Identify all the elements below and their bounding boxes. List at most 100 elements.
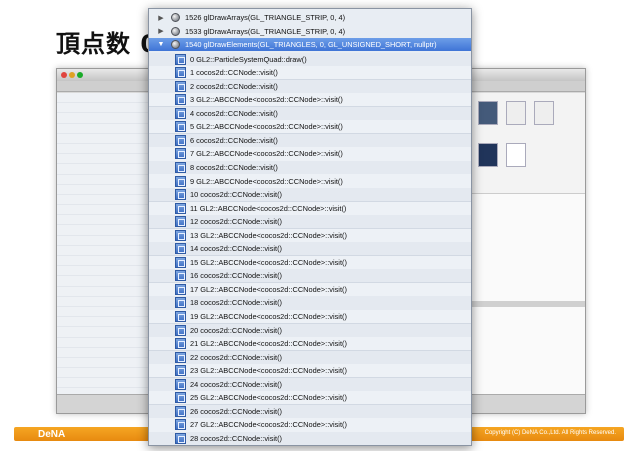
background-tree-row — [57, 327, 149, 338]
stack-frame-row[interactable]: 13 GL2::ABCCNode<cocos2d::CCNode>::visit… — [149, 228, 471, 243]
draw-call-label: 1540 glDrawElements(GL_TRIANGLES, 0, GL_… — [185, 40, 437, 49]
stack-frame-row[interactable]: 9 GL2::ABCCNode<cocos2d::CCNode>::visit(… — [149, 174, 471, 189]
stack-frame-label: 22 cocos2d::CCNode::visit() — [190, 352, 283, 362]
stack-frame-icon — [175, 134, 186, 146]
stack-frame-icon — [175, 392, 186, 404]
disclosure-triangle-right-icon[interactable]: ▶ — [157, 14, 165, 22]
stack-frame-icon — [175, 94, 186, 106]
stack-frame-row[interactable]: 25 GL2::ABCCNode<cocos2d::CCNode>::visit… — [149, 391, 471, 406]
background-tree-row — [57, 256, 149, 267]
background-tree-row — [57, 154, 149, 165]
stack-frame-label: 26 cocos2d::CCNode::visit() — [190, 406, 283, 416]
stack-frame-icon — [175, 148, 186, 160]
stack-frame-label: 3 GL2::ABCCNode<cocos2d::CCNode>::visit(… — [190, 95, 343, 105]
stack-frame-row[interactable]: 11 GL2::ABCCNode<cocos2d::CCNode>::visit… — [149, 201, 471, 216]
stack-frame-label: 20 cocos2d::CCNode::visit() — [190, 325, 283, 335]
pane-splitter[interactable] — [472, 301, 585, 307]
stack-frame-row[interactable]: 5 GL2::ABCCNode<cocos2d::CCNode>::visit(… — [149, 120, 471, 135]
stack-frame-row[interactable]: 7 GL2::ABCCNode<cocos2d::CCNode>::visit(… — [149, 147, 471, 162]
stack-frame-row[interactable]: 14 cocos2d::CCNode::visit() — [149, 242, 471, 257]
disclosure-triangle-down-icon[interactable]: ▼ — [157, 41, 165, 48]
background-tree-row — [57, 246, 149, 256]
stack-frame-label: 25 GL2::ABCCNode<cocos2d::CCNode>::visit… — [190, 393, 347, 403]
stack-frame-icon — [175, 405, 186, 417]
stack-frame-row[interactable]: 12 cocos2d::CCNode::visit() — [149, 215, 471, 230]
stack-frame-label: 11 GL2::ABCCNode<cocos2d::CCNode>::visit… — [190, 203, 347, 213]
texture-thumbnail[interactable] — [478, 101, 498, 125]
background-tree-row — [57, 307, 149, 318]
stack-frame-label: 16 cocos2d::CCNode::visit() — [190, 271, 283, 281]
background-tree-row — [57, 195, 149, 206]
stack-frame-label: 8 cocos2d::CCNode::visit() — [190, 162, 278, 172]
draw-call-row[interactable]: ▶ 1526 glDrawArrays(GL_TRIANGLE_STRIP, 0,… — [149, 11, 471, 24]
stack-frame-icon — [175, 107, 186, 119]
stack-frame-row[interactable]: 27 GL2::ABCCNode<cocos2d::CCNode>::visit… — [149, 418, 471, 433]
stack-frame-row[interactable]: 10 cocos2d::CCNode::visit() — [149, 188, 471, 203]
background-tree-row — [57, 348, 149, 358]
resource-inspector — [471, 93, 585, 395]
background-tree-row — [57, 164, 149, 175]
background-tree-row — [57, 297, 149, 307]
stack-frame-label: 15 GL2::ABCCNode<cocos2d::CCNode>::visit… — [190, 257, 347, 267]
draw-call-row[interactable]: ▶ 1533 glDrawArrays(GL_TRIANGLE_STRIP, 0,… — [149, 25, 471, 38]
stack-frame-row[interactable]: 21 GL2::ABCCNode<cocos2d::CCNode>::visit… — [149, 337, 471, 352]
stack-frame-icon — [175, 53, 186, 65]
stack-frame-row[interactable]: 26 cocos2d::CCNode::visit() — [149, 404, 471, 419]
background-tree-row — [57, 185, 149, 195]
stack-frame-row[interactable]: 3 GL2::ABCCNode<cocos2d::CCNode>::visit(… — [149, 93, 471, 108]
texture-thumbnail[interactable] — [506, 143, 526, 167]
stack-frame-row[interactable]: 2 cocos2d::CCNode::visit() — [149, 79, 471, 94]
stack-frame-icon — [175, 202, 186, 214]
stack-frame-row[interactable]: 28 cocos2d::CCNode::visit() — [149, 431, 471, 445]
draw-call-label: 1533 glDrawArrays(GL_TRIANGLE_STRIP, 0, … — [185, 26, 346, 36]
stack-frame-row[interactable]: 29 GL2::ABCCNode<cocos2d::CCNode>::visit… — [149, 445, 471, 446]
zoom-window-button[interactable] — [77, 72, 83, 78]
draw-call-row[interactable]: ▼ 1540 glDrawElements(GL_TRIANGLES, 0, GL… — [149, 38, 471, 51]
stack-frame-row[interactable]: 4 cocos2d::CCNode::visit() — [149, 106, 471, 121]
stack-frame-icon — [175, 297, 186, 309]
background-tree-row — [57, 266, 149, 277]
disclosure-triangle-right-icon[interactable]: ▶ — [157, 27, 165, 35]
stack-frame-row[interactable]: 19 GL2::ABCCNode<cocos2d::CCNode>::visit… — [149, 309, 471, 325]
close-window-button[interactable] — [61, 72, 67, 78]
texture-thumbnail[interactable] — [506, 101, 526, 125]
stack-frame-label: 7 GL2::ABCCNode<cocos2d::CCNode>::visit(… — [190, 149, 343, 159]
stack-frame-row[interactable]: 16 cocos2d::CCNode::visit() — [149, 269, 471, 284]
stack-frame-icon — [175, 419, 186, 431]
brand-logo: DeNA — [38, 429, 66, 440]
texture-thumbnail[interactable] — [534, 101, 554, 125]
stack-frame-row[interactable]: 6 cocos2d::CCNode::visit() — [149, 133, 471, 148]
texture-thumbnails — [472, 93, 585, 194]
stack-frame-row[interactable]: 17 GL2::ABCCNode<cocos2d::CCNode>::visit… — [149, 282, 471, 298]
background-tree-row — [57, 317, 149, 328]
minimize-window-button[interactable] — [69, 72, 75, 78]
stack-frame-label: 0 GL2::ParticleSystemQuad::draw() — [190, 54, 307, 64]
background-tree-row — [57, 276, 149, 287]
background-tree-row — [57, 358, 149, 369]
stack-frame-row[interactable]: 8 cocos2d::CCNode::visit() — [149, 160, 471, 176]
stack-frame-icon — [175, 311, 186, 323]
background-tree-row — [57, 338, 149, 348]
stack-frame-label: 19 GL2::ABCCNode<cocos2d::CCNode>::visit… — [190, 312, 347, 322]
call-tree-sidebar — [57, 93, 149, 409]
stack-frame-row[interactable]: 22 cocos2d::CCNode::visit() — [149, 350, 471, 365]
stack-frame-row[interactable]: 20 cocos2d::CCNode::visit() — [149, 323, 471, 338]
stack-frame-icon — [175, 80, 186, 92]
stack-frame-row[interactable]: 18 cocos2d::CCNode::visit() — [149, 296, 471, 311]
slide-title: 頂点数 0 — [56, 30, 159, 58]
stack-frame-row[interactable]: 23 GL2::ABCCNode<cocos2d::CCNode>::visit… — [149, 364, 471, 379]
stack-frame-label: 9 GL2::ABCCNode<cocos2d::CCNode>::visit(… — [190, 176, 343, 186]
texture-thumbnail[interactable] — [478, 143, 498, 167]
stack-frame-icon — [175, 283, 186, 295]
background-tree-row — [57, 93, 149, 104]
stack-frame-row[interactable]: 1 cocos2d::CCNode::visit() — [149, 66, 471, 81]
stack-frame-icon — [175, 351, 186, 363]
stack-frame-row[interactable]: 0 GL2::ParticleSystemQuad::draw() — [149, 52, 471, 67]
stack-frame-icon — [175, 161, 186, 173]
stack-frame-label: 24 cocos2d::CCNode::visit() — [190, 379, 283, 389]
stack-frame-row[interactable]: 24 cocos2d::CCNode::visit() — [149, 377, 471, 392]
stack-frame-label: 12 cocos2d::CCNode::visit() — [190, 217, 283, 227]
stack-frame-row[interactable]: 15 GL2::ABCCNode<cocos2d::CCNode>::visit… — [149, 255, 471, 270]
draw-call-icon — [171, 40, 180, 49]
stack-frame-icon — [175, 175, 186, 187]
